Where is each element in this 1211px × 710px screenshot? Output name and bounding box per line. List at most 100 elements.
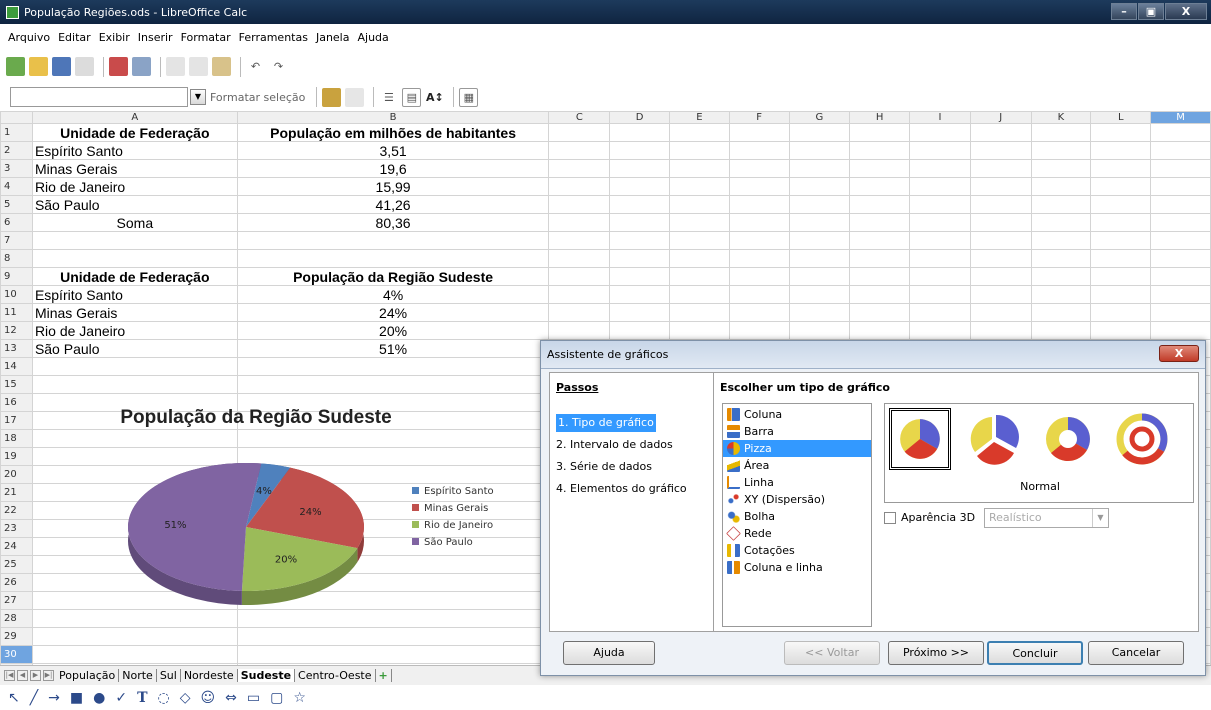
col-header-k[interactable]: K — [1030, 111, 1092, 124]
cell[interactable]: Soma — [31, 213, 238, 232]
row-header[interactable]: 15 — [0, 375, 33, 394]
type-coluna-linha[interactable]: Coluna e linha — [723, 559, 871, 576]
col-header-f[interactable]: F — [728, 111, 790, 124]
cell[interactable]: 80,36 — [236, 213, 550, 232]
cell[interactable] — [849, 303, 911, 322]
row-header[interactable]: 10 — [0, 285, 33, 304]
cell[interactable] — [1030, 141, 1092, 160]
cell[interactable] — [849, 267, 911, 286]
cell[interactable] — [909, 267, 971, 286]
cell[interactable] — [909, 213, 971, 232]
cell[interactable] — [31, 231, 238, 250]
cell[interactable] — [909, 123, 971, 142]
type-xy[interactable]: XY (Dispersão) — [723, 491, 871, 508]
minimize-button[interactable]: – — [1111, 3, 1137, 20]
line-icon[interactable]: ╱ — [30, 690, 38, 706]
cell[interactable] — [909, 195, 971, 214]
cell[interactable]: São Paulo — [31, 339, 238, 358]
row-header[interactable]: 1 — [0, 123, 33, 142]
basic-shapes-icon[interactable]: ◇ — [180, 690, 191, 706]
cell[interactable]: 4% — [236, 285, 550, 304]
cell[interactable] — [849, 321, 911, 340]
row-header[interactable]: 24 — [0, 537, 33, 556]
col-header-g[interactable]: G — [788, 111, 851, 124]
cell[interactable]: População em milhões de habitantes — [236, 123, 550, 142]
cell[interactable] — [1030, 231, 1092, 250]
row-header[interactable]: 22 — [0, 501, 33, 520]
cell[interactable] — [548, 195, 611, 214]
cell[interactable] — [849, 195, 911, 214]
cell[interactable] — [849, 249, 911, 268]
cell[interactable]: População da Região Sudeste — [236, 267, 550, 286]
row-header[interactable]: 4 — [0, 177, 33, 196]
pie-chart[interactable]: População da Região Sudeste 4%24%20%51% … — [80, 397, 530, 627]
row-header[interactable]: 9 — [0, 267, 33, 286]
cell[interactable] — [668, 177, 730, 196]
type-bolha[interactable]: Bolha — [723, 508, 871, 525]
col-header-m[interactable]: M — [1150, 111, 1211, 124]
row-header[interactable]: 17 — [0, 411, 33, 430]
cell[interactable] — [236, 645, 550, 664]
cell[interactable] — [909, 303, 971, 322]
back-button[interactable]: << Voltar — [784, 641, 880, 665]
cell[interactable] — [609, 321, 670, 340]
cell[interactable] — [728, 195, 790, 214]
cell[interactable] — [1090, 303, 1152, 322]
col-header-h[interactable]: H — [849, 111, 911, 124]
cell[interactable] — [548, 303, 611, 322]
row-header[interactable]: 26 — [0, 573, 33, 592]
cut-icon[interactable] — [166, 57, 185, 76]
cell[interactable]: 19,6 — [236, 159, 550, 178]
type-barra[interactable]: Barra — [723, 423, 871, 440]
row-header[interactable]: 11 — [0, 303, 33, 322]
col-header-d[interactable]: D — [609, 111, 670, 124]
finish-button[interactable]: Concluir — [987, 641, 1083, 665]
last-sheet-icon[interactable]: ▶| — [43, 670, 54, 681]
type-cotacoes[interactable]: Cotações — [723, 542, 871, 559]
cell[interactable] — [1030, 177, 1092, 196]
cell[interactable] — [788, 195, 851, 214]
cell[interactable]: Rio de Janeiro — [31, 321, 238, 340]
row-header[interactable]: 16 — [0, 393, 33, 412]
cell[interactable] — [1030, 195, 1092, 214]
dialog-close-button[interactable]: X — [1159, 345, 1199, 362]
menu-ferramentas[interactable]: Ferramentas — [239, 31, 308, 44]
save-icon[interactable] — [52, 57, 71, 76]
row-header[interactable]: 29 — [0, 627, 33, 646]
cell[interactable] — [1090, 231, 1152, 250]
select-arrow-icon[interactable]: ↖ — [8, 690, 20, 706]
stars-icon[interactable]: ☆ — [293, 690, 306, 706]
cell[interactable] — [1090, 195, 1152, 214]
variant-exploded-donut[interactable] — [1111, 408, 1173, 470]
cell[interactable] — [609, 213, 670, 232]
row-header[interactable]: 19 — [0, 447, 33, 466]
cell[interactable]: Minas Gerais — [31, 159, 238, 178]
tab-centro-oeste[interactable]: Centro-Oeste — [295, 669, 376, 682]
cell[interactable] — [728, 321, 790, 340]
print-icon[interactable] — [132, 57, 151, 76]
cell[interactable] — [788, 231, 851, 250]
next-sheet-icon[interactable]: ▶ — [30, 670, 41, 681]
cell[interactable] — [849, 141, 911, 160]
cell[interactable] — [969, 159, 1032, 178]
cell[interactable] — [969, 321, 1032, 340]
rectangle-icon[interactable]: ■ — [70, 690, 83, 706]
cell[interactable] — [1150, 321, 1211, 340]
cell[interactable] — [969, 249, 1032, 268]
cell[interactable] — [1150, 267, 1211, 286]
cell[interactable] — [909, 321, 971, 340]
cell[interactable]: Unidade de Federação — [31, 267, 238, 286]
cell[interactable] — [788, 123, 851, 142]
cell[interactable] — [1150, 141, 1211, 160]
cell[interactable] — [788, 159, 851, 178]
cell[interactable] — [668, 141, 730, 160]
cell[interactable] — [31, 357, 238, 376]
cell[interactable] — [969, 213, 1032, 232]
email-icon[interactable] — [75, 57, 94, 76]
cell[interactable] — [609, 159, 670, 178]
cell[interactable] — [609, 303, 670, 322]
cell[interactable] — [609, 141, 670, 160]
col-header-i[interactable]: I — [909, 111, 971, 124]
prev-sheet-icon[interactable]: ◀ — [17, 670, 28, 681]
menu-inserir[interactable]: Inserir — [138, 31, 173, 44]
